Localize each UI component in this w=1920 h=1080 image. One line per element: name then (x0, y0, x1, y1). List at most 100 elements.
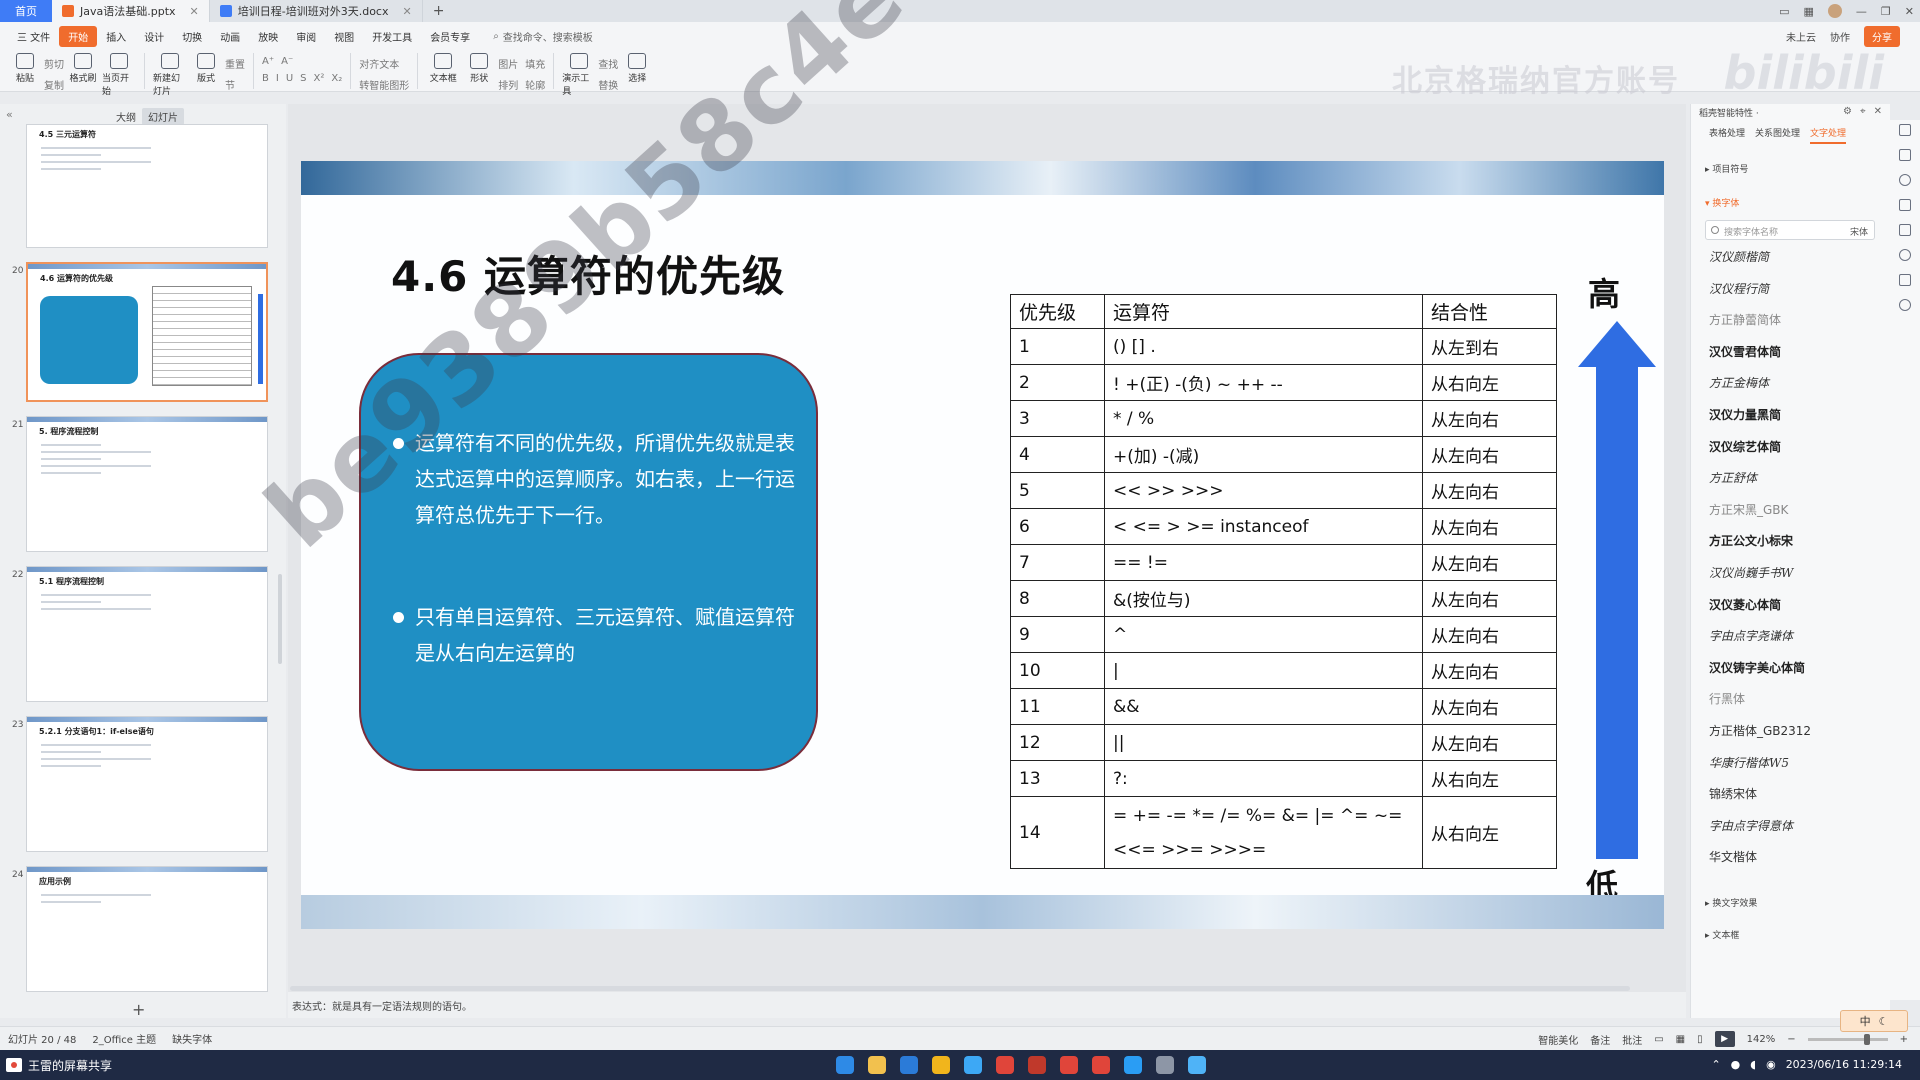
mic-icon[interactable]: ● (1731, 1058, 1741, 1071)
bold-button[interactable]: B (262, 73, 269, 84)
layout-button[interactable]: 版式 (189, 50, 223, 84)
copy-button[interactable]: 复制 (44, 77, 64, 92)
home-tab[interactable]: 首页 (0, 0, 52, 22)
close-tab-icon[interactable]: ✕ (190, 5, 199, 18)
typora-icon[interactable] (1124, 1056, 1142, 1074)
wps-presentation-icon[interactable] (1092, 1056, 1110, 1074)
star-icon[interactable] (1899, 174, 1911, 186)
help-icon[interactable] (1899, 299, 1911, 311)
menu-transition[interactable]: 切换 (173, 26, 211, 47)
folder-icon[interactable] (868, 1056, 886, 1074)
underline-button[interactable]: U (286, 73, 293, 84)
font-option[interactable]: 汉仪雪君体简 (1709, 343, 1781, 360)
close-window-icon[interactable]: ✕ (1905, 5, 1914, 18)
clock[interactable]: 2023/06/16 11:29:14 (1786, 1058, 1902, 1071)
zoom-out-icon[interactable]: − (1787, 1034, 1795, 1045)
section-text-effects[interactable]: ▸ 换文字效果 (1705, 896, 1757, 909)
font-grow-button[interactable]: A⁺ (262, 56, 274, 67)
font-option[interactable]: 汉仪力量黑简 (1709, 406, 1781, 423)
sorter-view-icon[interactable]: ▦ (1676, 1034, 1685, 1045)
font-shrink-button[interactable]: A⁻ (281, 56, 293, 67)
adjust-icon[interactable] (1899, 149, 1911, 161)
font-option[interactable]: 汉仪铸字美心体简 (1709, 659, 1805, 676)
reset-button[interactable]: 重置 (225, 56, 245, 71)
font-type-select[interactable]: 宋体 (1850, 225, 1868, 238)
menu-home[interactable]: 开始 (59, 25, 98, 47)
screen-share-indicator[interactable]: 王雷的屏幕共享 (0, 1057, 112, 1074)
font-option[interactable]: 华康行楷体W5 (1709, 754, 1789, 771)
collab-button[interactable]: 协作 (1830, 29, 1850, 44)
tab-text-processing[interactable]: 文字处理 (1810, 126, 1847, 144)
add-slide-button[interactable]: + (132, 1000, 145, 1019)
zoom-slider[interactable] (1807, 1033, 1888, 1045)
font-option[interactable]: 汉仪尚巍手书W (1709, 564, 1793, 581)
font-option[interactable]: 方正楷体_GB2312 (1709, 722, 1811, 739)
new-slide-button[interactable]: 新建幻灯片 (153, 50, 187, 97)
zoom-level[interactable]: 142% (1747, 1034, 1776, 1045)
tab-docx-file[interactable]: 培训日程-培训班对外3天.docx ✕ (210, 0, 423, 22)
font-option[interactable]: 方正静蕾简体 (1709, 311, 1781, 328)
command-search[interactable]: ⌕ 查找命令、搜索模板 (493, 29, 593, 44)
zoom-knob[interactable] (1863, 1033, 1870, 1045)
textbox-button[interactable]: 文本框 (426, 50, 460, 84)
section-bullets[interactable]: ▸ 项目符号 (1705, 162, 1748, 175)
precedence-table[interactable]: 优先级 运算符 结合性 1() [] . 从左到右 2! +(正) -(负) ~ +… (1010, 294, 1557, 869)
network-icon[interactable]: ◉ (1766, 1058, 1776, 1071)
font-option[interactable]: 华文楷体 (1709, 848, 1757, 865)
minimize-icon[interactable]: — (1856, 5, 1867, 18)
user-avatar[interactable] (1827, 4, 1842, 18)
font-search-input[interactable]: 搜索字体名称 宋体 (1705, 220, 1875, 240)
grid-icon[interactable]: ▦ (1804, 5, 1814, 18)
section-change-font[interactable]: ▾ 换字体 (1705, 196, 1739, 209)
tray-expand-icon[interactable]: ⌃ (1711, 1058, 1720, 1071)
font-option[interactable]: 汉仪程行简 (1709, 280, 1769, 297)
select-button[interactable]: 选择 (620, 50, 654, 84)
replace-button[interactable]: 替换 (598, 77, 618, 92)
font-option[interactable]: 方正宋黑_GBK (1709, 501, 1788, 518)
new-tab-button[interactable]: + (423, 3, 455, 19)
wps-icon[interactable] (996, 1056, 1014, 1074)
slide-thumbnail[interactable]: 应用示例 (26, 866, 268, 992)
align-text-button[interactable]: 对齐文本 (359, 56, 399, 71)
font-option[interactable]: 锦绣宋体 (1709, 785, 1757, 802)
smart-art-button[interactable]: 转智能图形 (359, 77, 409, 92)
share-button[interactable]: 分享 (1864, 26, 1900, 47)
menu-slideshow[interactable]: 放映 (249, 26, 287, 47)
idea-icon[interactable] (1028, 1056, 1046, 1074)
menu-file[interactable]: 三 文件 (8, 26, 59, 47)
start-from-current-button[interactable]: 当页开始 (102, 50, 136, 97)
font-option[interactable]: 字由点字得意体 (1709, 817, 1793, 834)
font-option[interactable]: 汉仪菱心体简 (1709, 596, 1781, 613)
pin-icon[interactable]: ⌖ (1860, 106, 1866, 117)
slide-thumbnail[interactable]: 5.2.1 分支语句1：if-else语句 (26, 716, 268, 852)
presentation-tools-button[interactable]: 演示工具 (562, 50, 596, 97)
browser-icon[interactable] (836, 1056, 854, 1074)
font-option[interactable]: 方正金梅体 (1709, 374, 1769, 391)
find-button[interactable]: 查找 (598, 56, 618, 71)
missing-font-indicator[interactable]: 缺失字体 (172, 1031, 212, 1046)
menu-design[interactable]: 设计 (135, 26, 173, 47)
font-option[interactable]: 汉仪颜楷简 (1709, 248, 1769, 265)
menu-view[interactable]: 视图 (325, 26, 363, 47)
style-icon[interactable] (1899, 124, 1911, 136)
thumbnail-scrollbar[interactable] (278, 574, 282, 664)
collapse-panel-icon[interactable]: « (6, 108, 13, 121)
font-option[interactable]: 方正公文小标宋 (1709, 532, 1793, 549)
tab-slides[interactable]: 幻灯片 (142, 108, 184, 125)
doc-icon[interactable] (1899, 199, 1911, 211)
section-button[interactable]: 节 (225, 77, 235, 92)
layout-icon[interactable]: ▭ (1779, 5, 1789, 18)
feather-icon[interactable] (1188, 1056, 1206, 1074)
slide-thumbnail[interactable]: 5.1 程序流程控制 (26, 566, 268, 702)
close-panel-icon[interactable]: ✕ (1874, 106, 1882, 117)
zoom-in-icon[interactable]: + (1900, 1034, 1908, 1045)
ime-indicator[interactable]: 中 ☾ (1840, 1010, 1908, 1032)
cloud-status[interactable]: 未上云 (1786, 29, 1816, 44)
restore-icon[interactable]: ❐ (1881, 5, 1891, 18)
tab-outline[interactable]: 大纲 (110, 108, 142, 125)
notes-toggle[interactable]: 备注 (1590, 1032, 1610, 1047)
location-icon[interactable] (1899, 249, 1911, 261)
horizontal-scrollbar[interactable] (290, 986, 1630, 991)
shape-button[interactable]: 形状 (462, 50, 496, 84)
cut-button[interactable]: 剪切 (44, 56, 64, 71)
